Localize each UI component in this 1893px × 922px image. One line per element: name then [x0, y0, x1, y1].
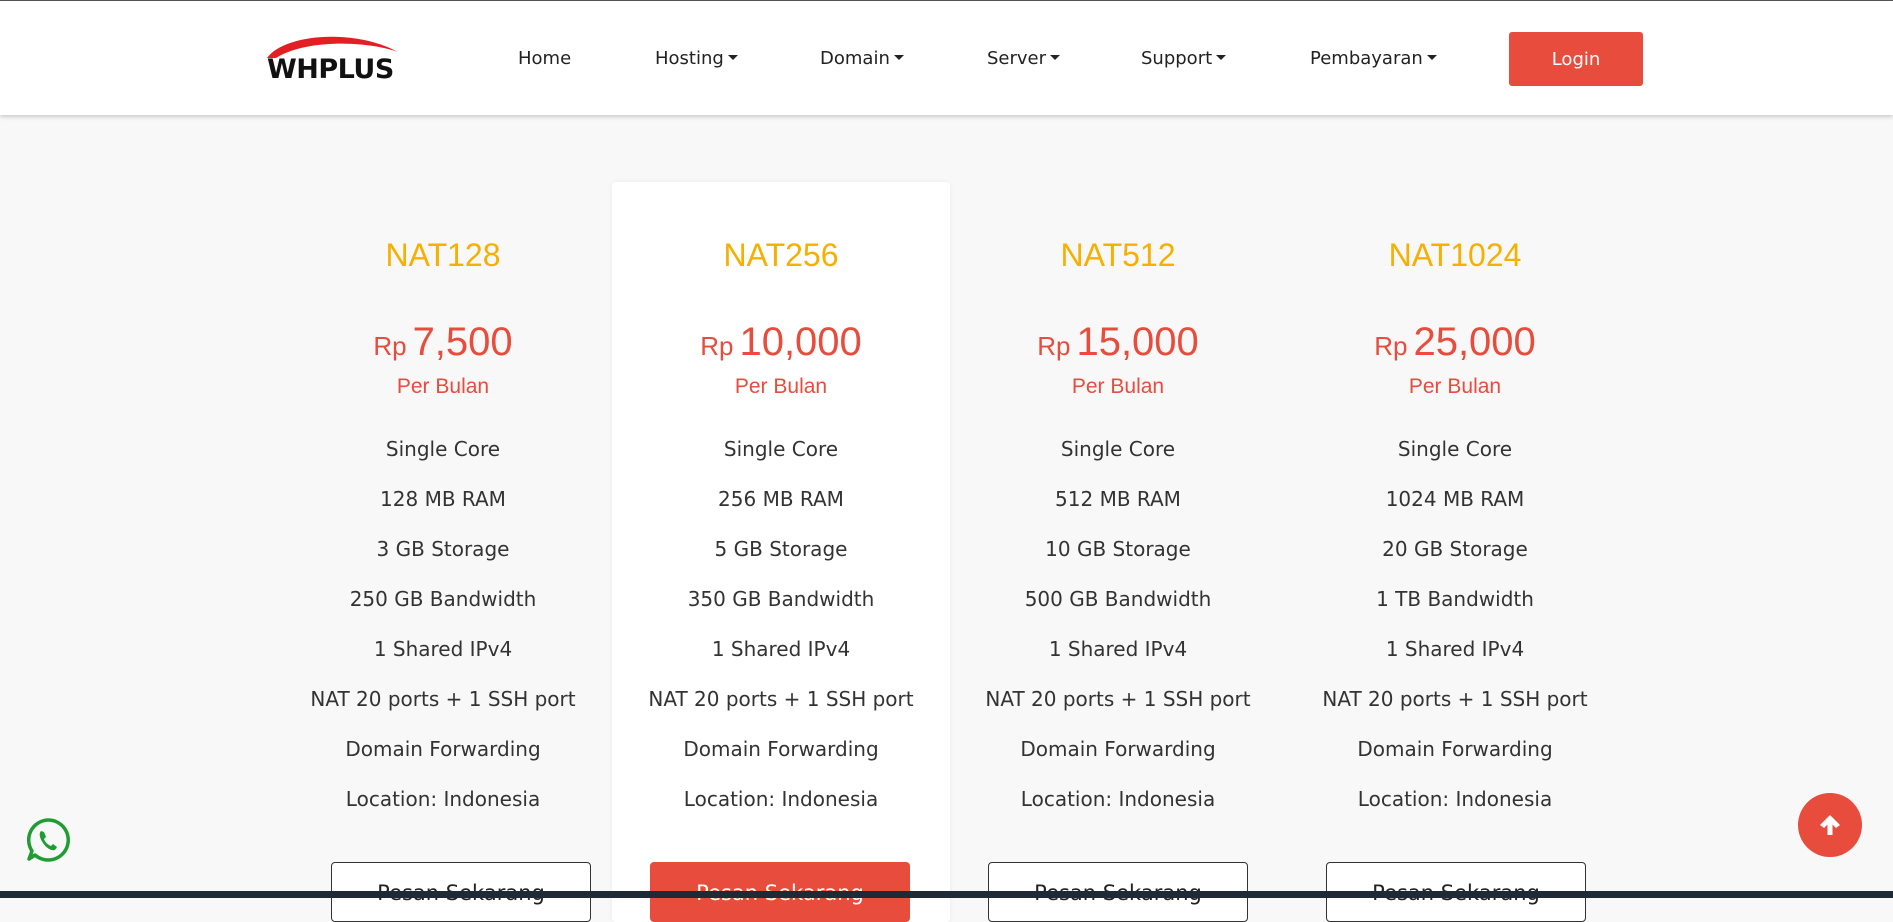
feature-bandwidth: 500 GB Bandwidth — [1024, 587, 1212, 611]
plan-name: NAT128 — [385, 237, 501, 273]
feature-bandwidth: 250 GB Bandwidth — [349, 587, 537, 611]
nav-domain[interactable]: Domain — [820, 47, 904, 71]
feature-location: Location: Indonesia — [683, 787, 879, 811]
feature-ipv4: 1 Shared IPv4 — [711, 637, 851, 661]
feature-cpu: Single Core — [1060, 437, 1176, 461]
price-currency: Rp — [1374, 331, 1408, 361]
nav-support-label: Support — [1141, 48, 1213, 69]
feature-ram: 512 MB RAM — [1055, 487, 1181, 511]
feature-storage: 5 GB Storage — [714, 537, 848, 561]
nav-domain-label: Domain — [820, 48, 890, 69]
feature-ports: NAT 20 ports + 1 SSH port — [648, 687, 914, 711]
caret-down-icon — [1426, 55, 1437, 60]
feature-cpu: Single Core — [385, 437, 501, 461]
plan-period: Per Bulan — [734, 375, 828, 398]
feature-storage: 20 GB Storage — [1382, 537, 1528, 561]
feature-ports: NAT 20 ports + 1 SSH port — [985, 687, 1251, 711]
brand-logo[interactable]: WHPLUS — [264, 30, 402, 86]
nav-server-label: Server — [987, 48, 1047, 69]
caret-down-icon — [1216, 55, 1227, 60]
nav-support[interactable]: Support — [1141, 47, 1227, 71]
feature-domain-forwarding: Domain Forwarding — [1020, 737, 1216, 761]
nav-hosting-label: Hosting — [655, 48, 724, 69]
plan-name: NAT256 — [723, 237, 839, 273]
whatsapp-icon[interactable] — [24, 816, 72, 864]
login-button[interactable]: Login — [1509, 32, 1643, 86]
feature-domain-forwarding: Domain Forwarding — [683, 737, 879, 761]
arrow-up-icon — [1820, 815, 1840, 835]
nav-pembayaran[interactable]: Pembayaran — [1310, 47, 1437, 71]
feature-cpu: Single Core — [723, 437, 839, 461]
price-amount: 7,500 — [412, 320, 513, 364]
feature-ram: 1024 MB RAM — [1385, 487, 1525, 511]
navbar: WHPLUS Home Hosting Domain Server Suppor… — [0, 1, 1893, 115]
caret-down-icon — [893, 55, 904, 60]
plan-name: NAT512 — [1060, 237, 1176, 273]
feature-ram: 256 MB RAM — [718, 487, 844, 511]
price-amount: 15,000 — [1076, 320, 1199, 364]
plan-price: Rp 15,000 — [949, 318, 1287, 375]
plan-period: Per Bulan — [1071, 375, 1165, 398]
feature-bandwidth: 1 TB Bandwidth — [1376, 587, 1534, 611]
bottom-bar — [0, 891, 1893, 898]
nav-server[interactable]: Server — [987, 47, 1061, 71]
scroll-to-top-button[interactable] — [1798, 793, 1862, 857]
feature-ipv4: 1 Shared IPv4 — [373, 637, 513, 661]
caret-down-icon — [1050, 55, 1061, 60]
plan-name: NAT1024 — [1388, 237, 1522, 273]
plan-price: Rp 10,000 — [612, 318, 950, 375]
feature-domain-forwarding: Domain Forwarding — [345, 737, 541, 761]
price-currency: Rp — [1037, 331, 1071, 361]
feature-location: Location: Indonesia — [1357, 787, 1553, 811]
plan-price: Rp 7,500 — [274, 318, 612, 375]
price-amount: 10,000 — [739, 320, 862, 364]
plan-period: Per Bulan — [1408, 375, 1502, 398]
price-amount: 25,000 — [1413, 320, 1536, 364]
feature-storage: 10 GB Storage — [1045, 537, 1191, 561]
feature-location: Location: Indonesia — [345, 787, 541, 811]
nav-pembayaran-label: Pembayaran — [1310, 48, 1423, 69]
feature-cpu: Single Core — [1397, 437, 1513, 461]
feature-ports: NAT 20 ports + 1 SSH port — [310, 687, 576, 711]
feature-ram: 128 MB RAM — [380, 487, 506, 511]
feature-ports: NAT 20 ports + 1 SSH port — [1322, 687, 1588, 711]
nav-home[interactable]: Home — [518, 47, 571, 71]
feature-domain-forwarding: Domain Forwarding — [1357, 737, 1553, 761]
plan-price: Rp 25,000 — [1286, 318, 1624, 375]
nav-home-label: Home — [518, 48, 572, 69]
plan-period: Per Bulan — [396, 375, 490, 398]
price-currency: Rp — [373, 331, 407, 361]
feature-ipv4: 1 Shared IPv4 — [1048, 637, 1188, 661]
price-currency: Rp — [700, 331, 734, 361]
caret-down-icon — [727, 55, 738, 60]
nav-hosting[interactable]: Hosting — [655, 47, 738, 71]
brand-name: WHPLUS — [267, 54, 394, 85]
feature-storage: 3 GB Storage — [376, 537, 510, 561]
feature-bandwidth: 350 GB Bandwidth — [687, 587, 875, 611]
feature-ipv4: 1 Shared IPv4 — [1385, 637, 1525, 661]
feature-location: Location: Indonesia — [1020, 787, 1216, 811]
